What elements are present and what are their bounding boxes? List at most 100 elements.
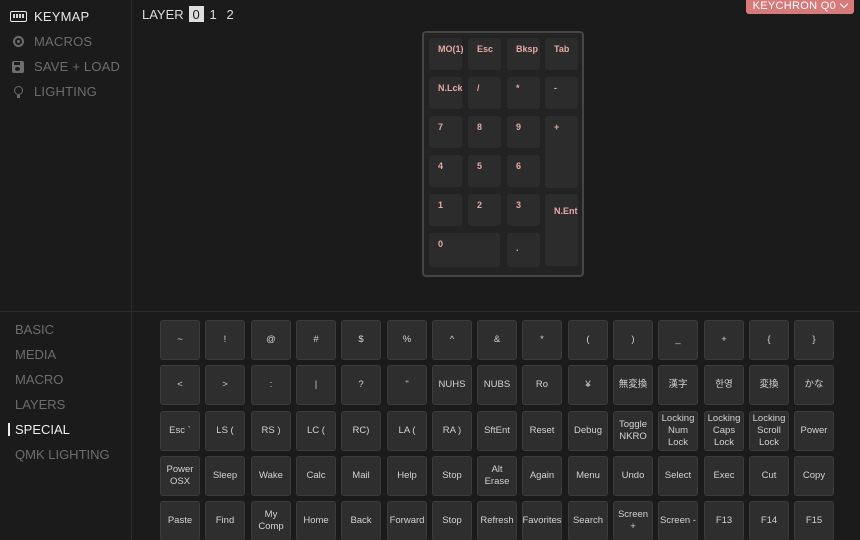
keycode-button[interactable]: RC) <box>341 411 381 451</box>
keycode-button[interactable]: ~ <box>160 320 200 360</box>
keycode-button[interactable]: Stop <box>432 501 472 540</box>
key-numpad-enter[interactable]: N.Ent <box>545 194 578 266</box>
keycode-button[interactable]: SftEnt <box>477 411 517 451</box>
keycode-button[interactable]: Find <box>205 501 245 540</box>
keycode-button[interactable]: RS ) <box>251 411 291 451</box>
keycode-button[interactable]: Power OSX <box>160 456 200 496</box>
keycode-button[interactable]: ^ <box>432 320 472 360</box>
keycode-button[interactable]: % <box>387 320 427 360</box>
keycode-button[interactable]: Help <box>387 456 427 496</box>
key-1[interactable]: 1 <box>429 194 462 226</box>
category-media[interactable]: MEDIA <box>0 342 131 367</box>
device-selector[interactable]: KEYCHRON Q0 <box>745 0 854 14</box>
keycode-button[interactable]: 無変換 <box>613 365 653 405</box>
keycode-button[interactable]: Screen - <box>658 501 698 540</box>
key-dot[interactable]: . <box>507 233 540 267</box>
keycode-button[interactable]: ! <box>205 320 245 360</box>
keycode-button[interactable]: * <box>522 320 562 360</box>
layer-button-2[interactable]: 2 <box>223 6 238 22</box>
keycode-button[interactable]: Screen + <box>613 501 653 540</box>
key-slash[interactable]: / <box>468 77 501 109</box>
keycode-button[interactable]: LS ( <box>205 411 245 451</box>
keycode-button[interactable]: } <box>794 320 834 360</box>
key-2[interactable]: 2 <box>468 194 501 226</box>
keycode-button[interactable]: Stop <box>432 456 472 496</box>
keycode-button[interactable]: ¥ <box>568 365 608 405</box>
keycode-button[interactable]: Power <box>794 411 834 451</box>
keycode-button[interactable]: + <box>704 320 744 360</box>
keycode-button[interactable]: & <box>477 320 517 360</box>
keycode-button[interactable]: Debug <box>568 411 608 451</box>
keycode-button[interactable]: Select <box>658 456 698 496</box>
layer-button-0[interactable]: 0 <box>188 6 204 22</box>
keycode-button[interactable]: Ro <box>522 365 562 405</box>
keycode-button[interactable]: : <box>251 365 291 405</box>
nav-save-load[interactable]: SAVE + LOAD <box>0 54 131 79</box>
keycode-button[interactable]: > <box>205 365 245 405</box>
keycode-button[interactable]: LA ( <box>387 411 427 451</box>
keycode-button[interactable]: Locking Scroll Lock <box>749 411 789 451</box>
keycode-button[interactable]: 変換 <box>749 365 789 405</box>
keycode-button[interactable]: Copy <box>794 456 834 496</box>
keycode-button[interactable]: ( <box>568 320 608 360</box>
keycode-button[interactable]: NUBS <box>477 365 517 405</box>
category-qmk-lighting[interactable]: QMK LIGHTING <box>0 442 131 467</box>
keycode-button[interactable]: 한영 <box>704 365 744 405</box>
keycode-button[interactable]: " <box>387 365 427 405</box>
keycode-button[interactable]: Menu <box>568 456 608 496</box>
key-7[interactable]: 7 <box>429 116 462 148</box>
keycode-button[interactable]: Undo <box>613 456 653 496</box>
keycode-button[interactable]: Locking Num Lock <box>658 411 698 451</box>
key-6[interactable]: 6 <box>507 155 540 187</box>
category-basic[interactable]: BASIC <box>0 317 131 342</box>
keycode-button[interactable]: { <box>749 320 789 360</box>
keycode-button[interactable]: Exec <box>704 456 744 496</box>
key-tab[interactable]: Tab <box>545 38 578 70</box>
keycode-button[interactable]: ) <box>613 320 653 360</box>
keycode-button[interactable]: Cut <box>749 456 789 496</box>
keycode-button[interactable]: Toggle NKRO <box>613 411 653 451</box>
key-asterisk[interactable]: * <box>507 77 540 109</box>
keycode-button[interactable]: Paste <box>160 501 200 540</box>
category-layers[interactable]: LAYERS <box>0 392 131 417</box>
keycode-button[interactable]: My Comp <box>251 501 291 540</box>
keycode-button[interactable]: Home <box>296 501 336 540</box>
keycode-button[interactable]: かな <box>794 365 834 405</box>
keycode-button[interactable]: Refresh <box>477 501 517 540</box>
keycode-button[interactable]: Esc ` <box>160 411 200 451</box>
key-minus[interactable]: - <box>545 77 578 109</box>
keycode-button[interactable]: Calc <box>296 456 336 496</box>
keycode-button[interactable]: Locking Caps Lock <box>704 411 744 451</box>
keycode-button[interactable]: Again <box>522 456 562 496</box>
key-bksp[interactable]: Bksp <box>507 38 540 70</box>
key-plus[interactable]: + <box>545 116 578 188</box>
keycode-button[interactable]: F14 <box>749 501 789 540</box>
keycode-button[interactable]: Sleep <box>205 456 245 496</box>
keycode-button[interactable]: Search <box>568 501 608 540</box>
key-4[interactable]: 4 <box>429 155 462 187</box>
key-9[interactable]: 9 <box>507 116 540 148</box>
keycode-button[interactable]: RA ) <box>432 411 472 451</box>
keycode-button[interactable]: F15 <box>794 501 834 540</box>
nav-lighting[interactable]: LIGHTING <box>0 79 131 104</box>
keycode-button[interactable]: NUHS <box>432 365 472 405</box>
category-special[interactable]: SPECIAL <box>0 417 131 442</box>
keycode-button[interactable]: $ <box>341 320 381 360</box>
keycode-button[interactable]: 漢字 <box>658 365 698 405</box>
keycode-button[interactable]: Forward <box>387 501 427 540</box>
layer-button-1[interactable]: 1 <box>206 6 221 22</box>
category-macro[interactable]: MACRO <box>0 367 131 392</box>
key-esc[interactable]: Esc <box>468 38 501 70</box>
key-mo1[interactable]: MO(1) <box>429 38 464 70</box>
key-8[interactable]: 8 <box>468 116 501 148</box>
keycode-button[interactable]: | <box>296 365 336 405</box>
keycode-button[interactable]: # <box>296 320 336 360</box>
keycode-button[interactable]: Alt Erase <box>477 456 517 496</box>
nav-keymap[interactable]: KEYMAP <box>0 4 131 29</box>
keycode-button[interactable]: < <box>160 365 200 405</box>
key-5[interactable]: 5 <box>468 155 501 187</box>
key-numlock[interactable]: N.Lck <box>429 77 463 109</box>
keycode-button[interactable]: Wake <box>251 456 291 496</box>
key-0[interactable]: 0 <box>429 233 500 267</box>
keycode-button[interactable]: Back <box>341 501 381 540</box>
